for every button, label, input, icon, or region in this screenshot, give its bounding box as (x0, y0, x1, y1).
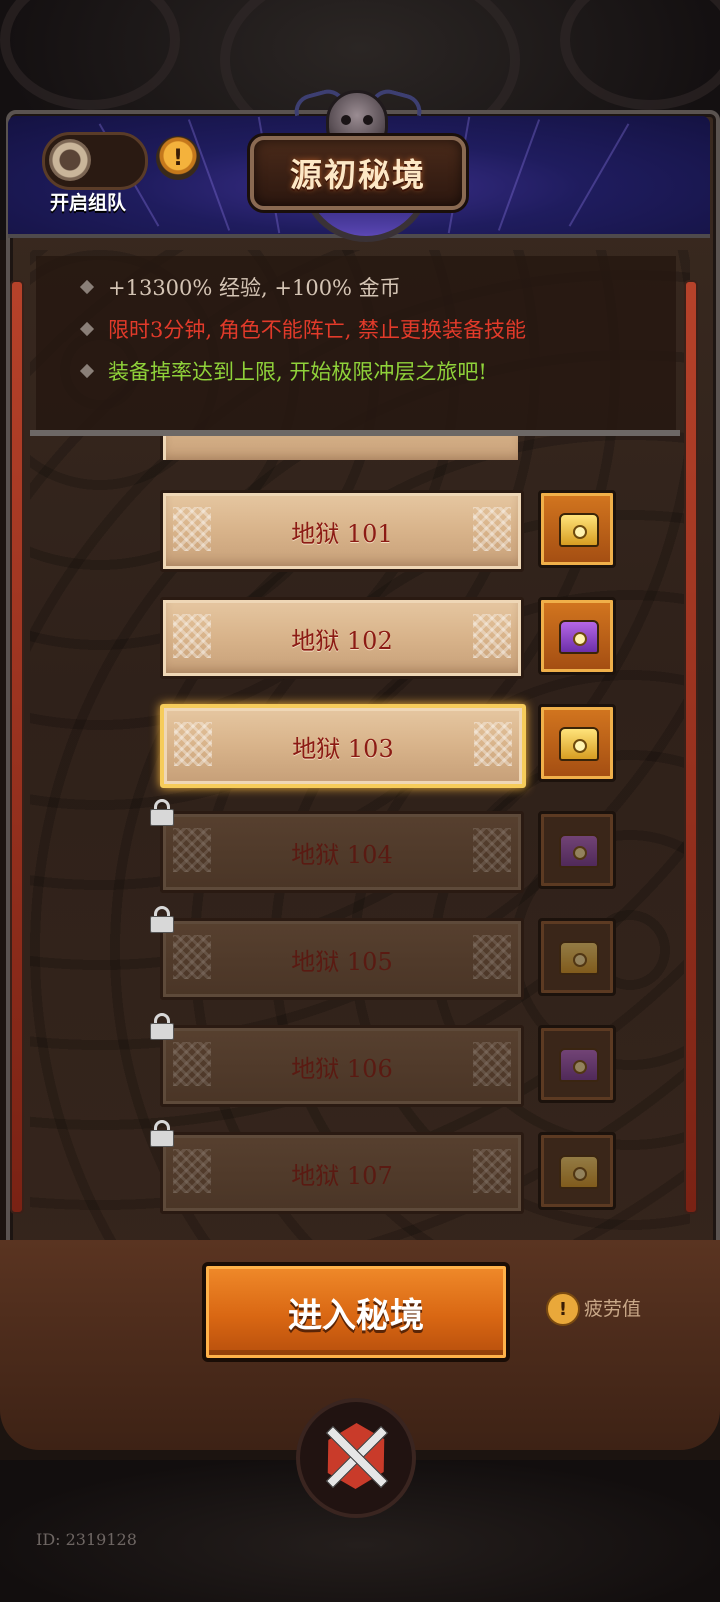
level-plaque[interactable]: 地狱 103 (160, 704, 526, 788)
reward-chest-button[interactable] (538, 597, 616, 675)
gold-chest-icon (559, 1155, 599, 1189)
reward-chest-button[interactable] (538, 918, 616, 996)
purple-chest-icon (559, 1048, 599, 1082)
title-plate: 源初秘境 (250, 136, 466, 210)
level-label: 地狱 104 (291, 840, 393, 869)
level-row: 地狱 104 (150, 799, 616, 893)
level-plaque[interactable]: 地狱 102 (160, 597, 524, 679)
level-row: 地狱 106 (150, 1013, 616, 1107)
reward-chest-button[interactable] (538, 1132, 616, 1210)
info-button[interactable]: ! (156, 136, 200, 180)
purple-chest-icon (559, 834, 599, 868)
reward-chest-button[interactable] (538, 811, 616, 889)
level-label: 地狱 107 (291, 1161, 393, 1190)
right-side-bar (684, 280, 698, 1214)
level-row-partial (160, 436, 518, 460)
toggle-knob (49, 139, 91, 181)
level-plaque: 地狱 106 (160, 1025, 524, 1107)
level-row: 地狱 105 (150, 906, 616, 1000)
diamond-bullet-icon (79, 279, 95, 295)
exclamation-icon: ! (172, 145, 184, 171)
bonus-line: +13300% 经验, +100% 金币 (108, 276, 401, 300)
level-label: 地狱 103 (292, 734, 394, 763)
rule-line: 限时3分钟, 角色不能阵亡, 禁止更换装备技能 (108, 318, 527, 342)
lock-icon (150, 1120, 174, 1147)
gold-chest-icon (559, 727, 599, 761)
lock-icon (150, 799, 174, 826)
drop-line: 装备掉率达到上限, 开始极限冲层之旅吧! (108, 360, 487, 384)
close-emblem[interactable] (296, 1398, 416, 1518)
fatigue-info-icon[interactable]: ! (546, 1292, 580, 1326)
level-label: 地狱 105 (291, 947, 393, 976)
level-row[interactable]: 地狱 101 (160, 490, 616, 572)
level-row[interactable]: 地狱 103 (160, 704, 616, 788)
fatigue-label[interactable]: 疲劳值 (584, 1294, 641, 1321)
level-label: 地狱 106 (291, 1054, 393, 1083)
reward-chest-button[interactable] (538, 490, 616, 568)
level-label: 地狱 101 (291, 519, 393, 548)
level-plaque[interactable]: 地狱 101 (160, 490, 524, 572)
enter-dungeon-button[interactable]: 进入秘境 (202, 1262, 510, 1362)
level-row[interactable]: 地狱 102 (160, 597, 616, 679)
level-row: 地狱 107 (150, 1120, 616, 1214)
info-panel: +13300% 经验, +100% 金币 限时3分钟, 角色不能阵亡, 禁止更换… (36, 256, 676, 435)
gold-chest-icon (559, 513, 599, 547)
level-label: 地狱 102 (291, 626, 393, 655)
purple-chest-icon (559, 620, 599, 654)
left-side-bar (10, 280, 24, 1214)
player-id: ID: 2319128 (36, 1530, 137, 1549)
diamond-bullet-icon (79, 321, 95, 337)
level-plaque: 地狱 104 (160, 811, 524, 893)
reward-chest-button[interactable] (538, 704, 616, 782)
page-title: 源初秘境 (289, 156, 426, 194)
level-plaque: 地狱 107 (160, 1132, 524, 1214)
level-plaque: 地狱 105 (160, 918, 524, 1000)
team-toggle-label: 开启组队 (50, 192, 127, 214)
lock-icon (150, 1013, 174, 1040)
diamond-bullet-icon (79, 363, 95, 379)
team-toggle[interactable] (42, 132, 148, 190)
lock-icon (150, 906, 174, 933)
gold-chest-icon (559, 941, 599, 975)
reward-chest-button[interactable] (538, 1025, 616, 1103)
